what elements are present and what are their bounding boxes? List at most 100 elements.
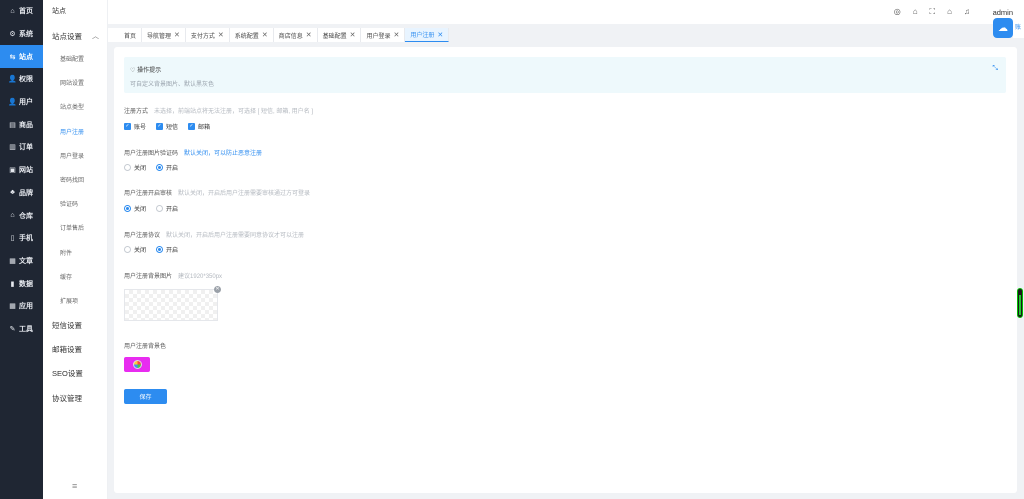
tab-4[interactable]: 商店信息 ✕ [273,28,318,42]
sidebar-subitem[interactable]: 缓存 [43,266,107,290]
sidebar-group[interactable]: 短信设置 [43,314,107,338]
close-icon[interactable]: ✕ [437,31,443,39]
nav-item[interactable]: ⌂ 首页 [0,0,43,23]
close-icon[interactable]: ✕ [393,31,399,39]
app-badge-icon[interactable]: ☁ [993,18,1013,38]
color-picker-button[interactable] [124,357,150,372]
remove-image-icon[interactable]: ✕ [214,286,221,293]
nav-item[interactable]: ▦ 应用 [0,295,43,318]
sidebar-subitem[interactable]: 基础配置 [43,48,107,72]
tab-1[interactable]: 导航管理 ✕ [142,28,186,42]
palette-icon[interactable]: ◎ [894,7,901,17]
tab-label: 用户注册 [410,33,435,39]
close-icon[interactable]: ✕ [218,31,224,39]
sidebar-subitem[interactable]: 用户登录 [43,145,107,169]
sidebar-subitem[interactable]: 订单售后 [43,217,107,241]
bell-icon[interactable]: ♫ [964,7,970,17]
radio-option[interactable]: 开启 [156,163,178,172]
radio-option[interactable]: 开启 [156,245,178,254]
register-method-hint: 未选择，前端站点将无法注册，可选择 [ 短信, 邮箱, 用户名 ] [154,109,314,115]
tab-3[interactable]: 系统配置 ✕ [229,28,274,42]
nav-item[interactable]: 👤 用户 [0,91,43,114]
radio[interactable] [124,246,131,253]
collapse-menu-icon[interactable]: ≡ [72,481,77,491]
building-icon[interactable]: ⌂ [913,7,918,17]
radio[interactable] [124,205,131,212]
username[interactable]: admin [993,8,1013,17]
option-label: 开启 [166,166,179,172]
nav-item[interactable]: ⇆ 站点 [0,45,43,69]
close-icon[interactable]: ✕ [262,31,268,39]
side-scroll-widget[interactable] [1017,288,1023,318]
nav-item[interactable]: ▦ 文章 [0,250,43,273]
sidebar-group[interactable]: SEO设置 [43,362,107,386]
page-tabs: 首页 导航管理 ✕ 支付方式 ✕ 系统配置 ✕ 商店信息 ✕ 基础配置 ✕ 用户登录 ✕ 用户注册 ✕ [108,28,988,42]
radio[interactable] [156,205,164,212]
tab-label: 支付方式 [190,33,215,40]
home-icon[interactable]: ⌂ [947,7,952,17]
checkbox-option[interactable]: ✓ 账号 [124,122,146,131]
nav-item[interactable]: ▤ 商品 [0,113,43,136]
bg-image-upload[interactable] [124,289,218,321]
radio[interactable] [156,164,164,171]
sidebar-subitem[interactable]: 站点类型 [43,96,107,120]
register-method-options: ✓ 账号 ✓ 短信 ✓ 邮箱 [124,122,210,131]
tab-2[interactable]: 支付方式 ✕ [185,28,230,42]
nav-item[interactable]: ▣ 网站 [0,159,43,182]
sidebar-subitem[interactable]: 网站设置 [43,72,107,96]
nav-item[interactable]: ♣ 品牌 [0,182,43,205]
shrink-icon[interactable]: ⤡ [992,65,998,73]
nav-item[interactable]: ✎ 工具 [0,318,43,341]
checkbox-option[interactable]: ✓ 短信 [156,122,178,131]
option-label: 短信 [166,125,179,131]
close-icon[interactable]: ✕ [174,31,180,39]
close-icon[interactable]: ✕ [350,31,356,39]
nav-item[interactable]: ▯ 手机 [0,227,43,250]
nav-item[interactable]: ⚙ 系统 [0,23,43,46]
radio[interactable] [156,246,164,253]
sidebar-subitem[interactable]: 扩展项 [43,290,107,314]
register-method-label-row: 注册方式 未选择，前端站点将无法注册，可选择 [ 短信, 邮箱, 用户名 ] [124,106,313,115]
data-icon: ▮ [10,280,15,288]
nav-item-label: 仓库 [19,212,33,220]
radio-option[interactable]: 开启 [156,204,178,213]
save-button[interactable]: 保存 [124,389,167,404]
bg-image-label: 用户注册背景图片 [124,274,173,280]
tab-7[interactable]: 用户注册 ✕ [405,28,450,42]
sidebar-subitem[interactable]: 用户注册 [43,121,107,145]
option-label: 开启 [166,207,179,213]
checkbox[interactable]: ✓ [156,123,164,130]
nav-item-label: 工具 [19,325,33,333]
tab-6[interactable]: 用户登录 ✕ [361,28,406,42]
agreement-label: 用户注册协议 [124,233,161,239]
tab-5[interactable]: 基础配置 ✕ [317,28,362,42]
nav-item[interactable]: 👤 权限 [0,68,43,91]
radio-option[interactable]: 关闭 [124,245,146,254]
nav-item-label: 订单 [19,144,33,152]
sidebar-subitem[interactable]: 附件 [43,242,107,266]
agreement-label-row: 用户注册协议 默认关闭，开启后用户注册需要同意协议才可以注册 [124,230,304,239]
app-badge-edge[interactable]: 账 [1013,18,1024,38]
sidebar-group[interactable]: 协议管理 [43,387,107,411]
nav-item-label: 手机 [19,235,33,243]
sidebar-subitem[interactable]: 验证码 [43,193,107,217]
radio-option[interactable]: 关闭 [124,204,146,213]
color-wheel-icon [132,360,142,369]
checkbox-option[interactable]: ✓ 邮箱 [188,122,210,131]
nav-item[interactable]: ▮ 数据 [0,272,43,295]
nav-item-label: 品牌 [19,189,33,197]
top-bar-icons: ◎ ⌂ ⛶ ⌂ ♫ [894,7,970,17]
option-label: 关闭 [134,166,147,172]
radio[interactable] [124,164,131,171]
sidebar-subitem[interactable]: 密码找回 [43,169,107,193]
checkbox[interactable]: ✓ [188,123,196,130]
sidebar-group-site-settings[interactable]: 站点设置 ︿ [43,24,107,48]
tab-0[interactable]: 首页 [108,28,143,42]
radio-option[interactable]: 关闭 [124,163,146,172]
checkbox[interactable]: ✓ [124,123,131,130]
fullscreen-icon[interactable]: ⛶ [930,7,936,17]
close-icon[interactable]: ✕ [306,31,312,39]
nav-item[interactable]: ⌂ 仓库 [0,204,43,227]
sidebar-group[interactable]: 邮箱设置 [43,338,107,362]
nav-item[interactable]: ▥ 订单 [0,136,43,159]
